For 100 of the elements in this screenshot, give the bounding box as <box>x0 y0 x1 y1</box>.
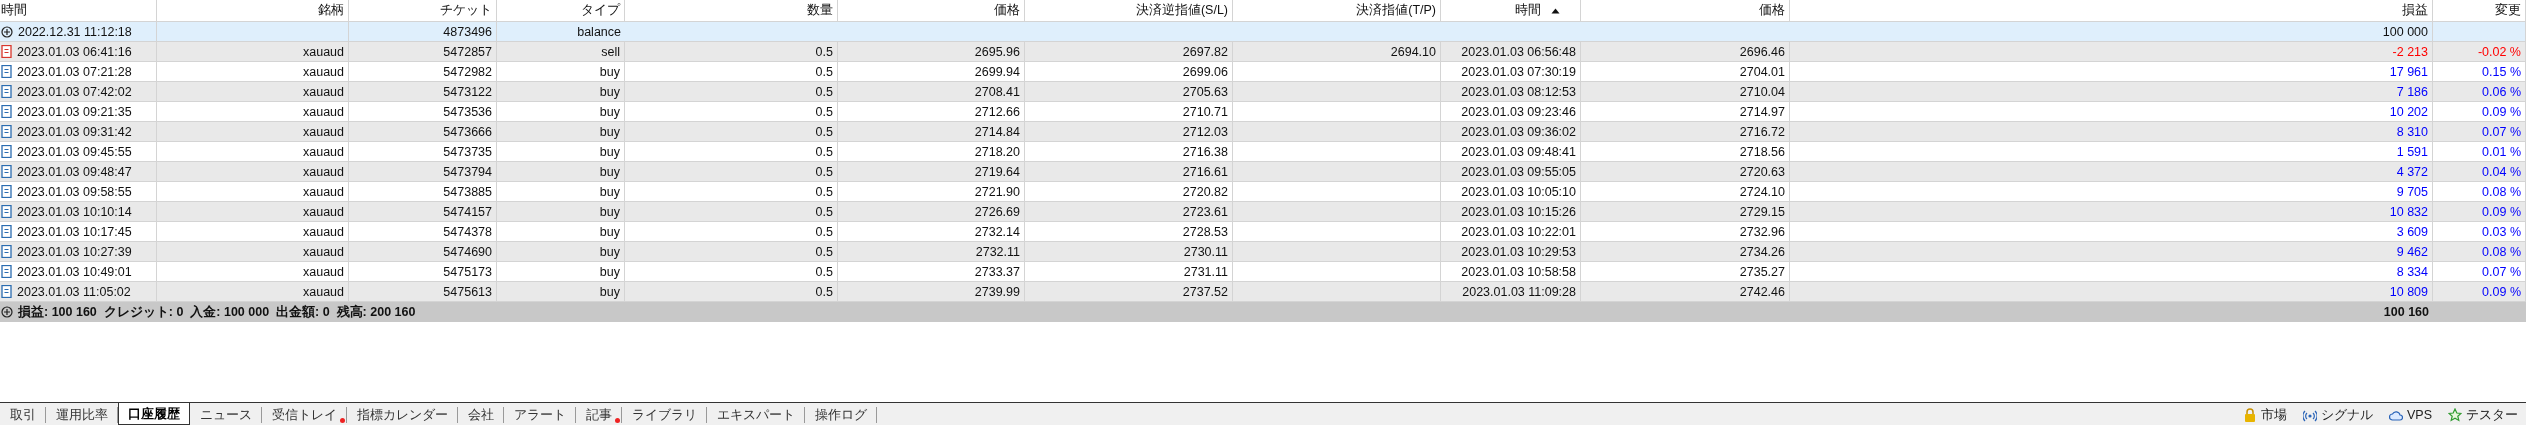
table-row[interactable]: 2023.01.03 10:10:14 xauaud 5474157 buy 0.5 2726.69 2723.61 2023.01.03 10:15:26 2729.15 10 832 0.09 % <box>0 202 2526 222</box>
table-row[interactable]: 2023.01.03 11:05:02 xauaud 5475613 buy 0.5 2739.99 2737.52 2023.01.03 11:09:28 2742.46 10 809 0.09 % <box>0 282 2526 302</box>
toolbar-link[interactable]: テスター <box>2440 407 2526 423</box>
table-row[interactable]: 2023.01.03 07:42:02 xauaud 5473122 buy 0.5 2708.41 2705.63 2023.01.03 08:12:53 2710.04 7 186 0.06 % <box>0 82 2526 102</box>
toolbar-link[interactable]: VPS <box>2381 407 2440 423</box>
column-header[interactable]: 時間 <box>1 2 27 19</box>
table-cell: 2735.27 <box>1581 262 1790 281</box>
tab[interactable]: エキスパート <box>707 407 805 423</box>
table-row[interactable]: 2023.01.03 07:21:28 xauaud 5472982 buy 0.5 2699.94 2699.06 2023.01.03 07:30:19 2704.01 17 961 0.15 % <box>0 62 2526 82</box>
table-cell: 2716.61 <box>1025 162 1233 181</box>
table-cell: 2710.04 <box>1581 82 1790 101</box>
tab[interactable]: 指標カレンダー <box>347 407 458 423</box>
summary-text: 損益: 100 160 クレジット: 0 入金: 100 000 出金額: 0 残高: 200 160 <box>18 303 416 321</box>
table-cell: xauaud <box>157 62 349 81</box>
table-cell: 5474378 <box>349 222 497 241</box>
column-header[interactable]: 決済指値(T/P) <box>1356 2 1436 19</box>
tab[interactable]: 会社 <box>458 407 504 423</box>
table-cell: xauaud <box>157 122 349 141</box>
tab[interactable]: 記事 <box>576 407 622 423</box>
column-header[interactable]: チケット <box>440 2 492 19</box>
table-cell: 5474690 <box>349 242 497 261</box>
table-cell: 2720.82 <box>1025 182 1233 201</box>
column-header[interactable]: 時間 <box>1515 2 1541 19</box>
column-header[interactable]: 変更 <box>2495 2 2521 19</box>
table-cell: 2023.01.03 11:09:28 <box>1441 282 1581 301</box>
table-cell: 0.01 % <box>2433 142 2526 161</box>
table-cell: 5473122 <box>349 82 497 101</box>
table-row[interactable]: 2023.01.03 09:58:55 xauaud 5473885 buy 0.5 2721.90 2720.82 2023.01.03 10:05:10 2724.10 9 705 0.08 % <box>0 182 2526 202</box>
table-cell: 5472857 <box>349 42 497 61</box>
column-header[interactable]: 損益 <box>2402 2 2428 19</box>
column-header[interactable]: 銘柄 <box>318 2 344 19</box>
table-cell: 2023.01.03 09:48:41 <box>1441 142 1581 161</box>
tab[interactable]: ライブラリ <box>622 407 707 423</box>
table-cell: buy <box>497 62 625 81</box>
table-cell: 1 591 <box>1790 142 2433 161</box>
table-cell: 2699.06 <box>1025 62 1233 81</box>
table-cell: 2023.01.03 07:42:02 <box>17 84 132 99</box>
table-row[interactable]: 2023.01.03 09:21:35 xauaud 5473536 buy 0.5 2712.66 2710.71 2023.01.03 09:23:46 2714.97 10 202 0.09 % <box>0 102 2526 122</box>
table-cell: 2731.11 <box>1025 262 1233 281</box>
table-row[interactable]: 2023.01.03 10:17:45 xauaud 5474378 buy 0.5 2732.14 2728.53 2023.01.03 10:22:01 2732.96 3 609 0.03 % <box>0 222 2526 242</box>
table-cell: 7 186 <box>1790 82 2433 101</box>
document-icon <box>1 165 12 178</box>
document-icon <box>1 225 12 238</box>
table-cell: 5475613 <box>349 282 497 301</box>
table-cell: xauaud <box>157 202 349 221</box>
tab[interactable]: アラート <box>504 407 576 423</box>
document-icon <box>1 65 12 78</box>
table-cell: 4 372 <box>1790 162 2433 181</box>
table-cell: 2023.01.03 09:36:02 <box>1441 122 1581 141</box>
table-row[interactable]: 2023.01.03 10:49:01 xauaud 5475173 buy 0.5 2733.37 2731.11 2023.01.03 10:58:58 2735.27 8 334 0.07 % <box>0 262 2526 282</box>
table-cell: 0.5 <box>625 282 838 301</box>
table-cell: 0.08 % <box>2433 182 2526 201</box>
table-cell: 2023.01.03 09:21:35 <box>17 104 132 119</box>
table-row[interactable]: 2023.01.03 10:27:39 xauaud 5474690 buy 0.5 2732.11 2730.11 2023.01.03 10:29:53 2734.26 9 462 0.08 % <box>0 242 2526 262</box>
table-cell: 2023.01.03 08:12:53 <box>1441 82 1581 101</box>
tab[interactable]: 取引 <box>0 407 46 423</box>
column-header[interactable]: タイプ <box>581 2 620 19</box>
table-cell: 2023.01.03 10:27:39 <box>17 244 132 259</box>
table-cell: 0.5 <box>625 222 838 241</box>
toolbar-link[interactable]: 市場 <box>2235 407 2295 423</box>
table-cell: 2712.03 <box>1025 122 1233 141</box>
table-row[interactable]: 2023.01.03 06:41:16 xauaud 5472857 sell 0.5 2695.96 2697.82 2694.10 2023.01.03 06:56:48 2696.46 -2 213 -0.02 % <box>0 42 2526 62</box>
table-cell: 2737.52 <box>1025 282 1233 301</box>
column-header[interactable]: 数量 <box>807 2 833 19</box>
table-cell: 5475173 <box>349 262 497 281</box>
table-cell: 0.04 % <box>2433 162 2526 181</box>
column-header[interactable]: 決済逆指値(S/L) <box>1135 2 1228 19</box>
table-cell: buy <box>497 82 625 101</box>
table-cell: 2732.14 <box>838 222 1025 241</box>
toolbar-link[interactable]: シグナル <box>2295 407 2381 423</box>
table-cell: 2023.01.03 09:55:05 <box>1441 162 1581 181</box>
column-header[interactable]: 価格 <box>994 2 1020 19</box>
table-cell: 2023.01.03 10:10:14 <box>17 204 132 219</box>
table-cell: 0.5 <box>625 62 838 81</box>
table-row[interactable]: 2023.01.03 09:48:47 xauaud 5473794 buy 0.5 2719.64 2716.61 2023.01.03 09:55:05 2720.63 4 372 0.04 % <box>0 162 2526 182</box>
table-row[interactable]: 2022.12.31 11:12:18 4873496 balance 100 000 <box>0 22 2526 42</box>
table-cell: 2023.01.03 07:21:28 <box>17 64 132 79</box>
table-cell: 3 609 <box>1790 222 2433 241</box>
table-cell: 2716.38 <box>1025 142 1233 161</box>
tab[interactable]: 操作ログ <box>805 407 877 423</box>
tab[interactable]: 口座履歴 <box>118 403 190 425</box>
table-cell: 2730.11 <box>1025 242 1233 261</box>
table-cell: 2716.72 <box>1581 122 1790 141</box>
column-header[interactable]: 価格 <box>1759 2 1785 19</box>
lock-icon <box>2243 407 2257 423</box>
table-cell: 2724.10 <box>1581 182 1790 201</box>
expand-icon <box>1 306 13 318</box>
tab[interactable]: 受信トレイ <box>262 407 347 423</box>
table-cell: 2704.01 <box>1581 62 1790 81</box>
table-cell: 2726.69 <box>838 202 1025 221</box>
table-row[interactable]: 2023.01.03 09:45:55 xauaud 5473735 buy 0.5 2718.20 2716.38 2023.01.03 09:48:41 2718.56 1 591 0.01 % <box>0 142 2526 162</box>
table-cell: 0.03 % <box>2433 222 2526 241</box>
table-cell: 2022.12.31 11:12:18 <box>18 24 132 39</box>
table-cell: 2023.01.03 09:45:55 <box>17 144 132 159</box>
tab[interactable]: ニュース <box>190 407 262 423</box>
table-cell: 2696.46 <box>1581 42 1790 61</box>
table-cell: -0.02 % <box>2433 42 2526 61</box>
table-cell: 2697.82 <box>1025 42 1233 61</box>
table-cell: 8 310 <box>1790 122 2433 141</box>
table-row[interactable]: 2023.01.03 09:31:42 xauaud 5473666 buy 0.5 2714.84 2712.03 2023.01.03 09:36:02 2716.72 8 310 0.07 % <box>0 122 2526 142</box>
